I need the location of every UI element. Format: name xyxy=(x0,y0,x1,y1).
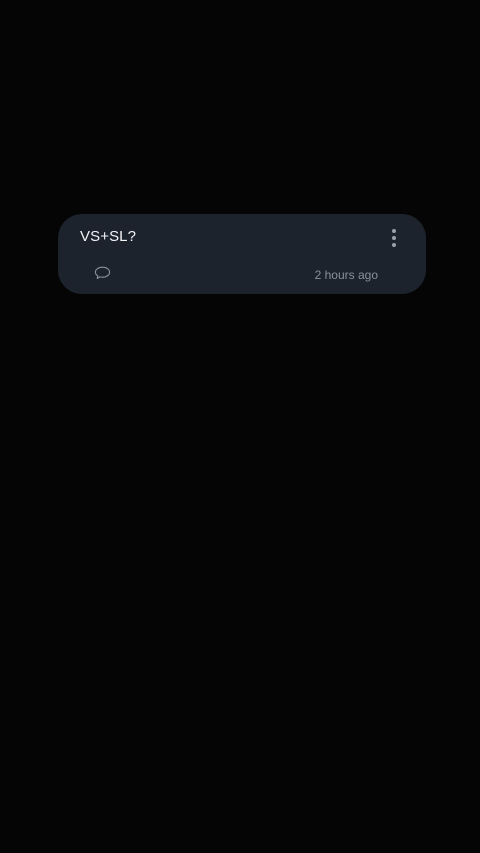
note-title: VS+SL? xyxy=(80,228,137,245)
more-vertical-icon xyxy=(392,229,396,233)
note-timestamp: 2 hours ago xyxy=(314,268,378,282)
more-vertical-icon-dot xyxy=(392,236,396,240)
note-card[interactable]: VS+SL? 2 hours ago xyxy=(58,214,426,294)
more-options-button[interactable] xyxy=(382,226,406,250)
screen: VS+SL? 2 hours ago xyxy=(0,0,480,853)
comment-icon[interactable] xyxy=(94,266,111,280)
more-vertical-icon-dot xyxy=(392,243,396,247)
